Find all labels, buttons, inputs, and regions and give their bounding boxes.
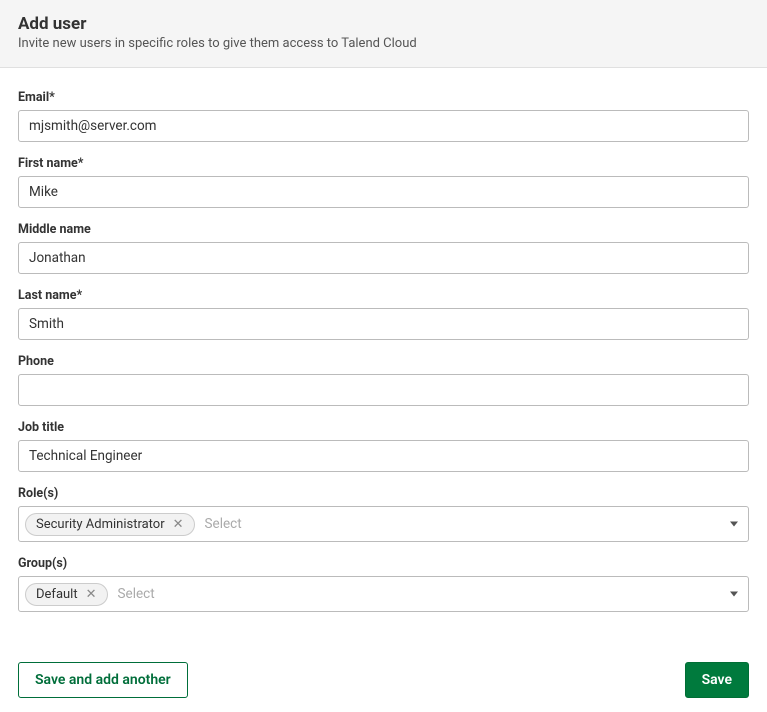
job-title-input[interactable] bbox=[18, 440, 749, 472]
chevron-down-icon bbox=[730, 522, 738, 527]
form-actions: Save and add another Save bbox=[0, 644, 767, 712]
groups-select[interactable]: Default ✕ Select bbox=[18, 576, 749, 612]
middle-name-input[interactable] bbox=[18, 242, 749, 274]
last-name-input[interactable] bbox=[18, 308, 749, 340]
close-icon[interactable]: ✕ bbox=[84, 588, 99, 601]
email-label: Email* bbox=[18, 90, 749, 105]
groups-placeholder: Select bbox=[114, 586, 155, 602]
save-and-add-another-button[interactable]: Save and add another bbox=[18, 662, 188, 698]
page-title: Add user bbox=[18, 14, 749, 34]
chevron-down-icon bbox=[730, 592, 738, 597]
page-subtitle: Invite new users in specific roles to gi… bbox=[18, 36, 749, 51]
page-header: Add user Invite new users in specific ro… bbox=[0, 0, 767, 68]
group-chip[interactable]: Default ✕ bbox=[25, 583, 108, 606]
middle-name-label: Middle name bbox=[18, 222, 749, 237]
field-middle-name: Middle name bbox=[18, 222, 749, 274]
field-last-name: Last name* bbox=[18, 288, 749, 340]
group-chip-label: Default bbox=[36, 587, 78, 602]
email-input[interactable] bbox=[18, 110, 749, 142]
phone-input[interactable] bbox=[18, 374, 749, 406]
field-job-title: Job title bbox=[18, 420, 749, 472]
field-phone: Phone bbox=[18, 354, 749, 406]
save-button[interactable]: Save bbox=[685, 662, 749, 698]
field-email: Email* bbox=[18, 90, 749, 142]
role-chip[interactable]: Security Administrator ✕ bbox=[25, 513, 195, 536]
field-groups: Group(s) Default ✕ Select bbox=[18, 556, 749, 612]
roles-label: Role(s) bbox=[18, 486, 749, 501]
field-first-name: First name* bbox=[18, 156, 749, 208]
first-name-input[interactable] bbox=[18, 176, 749, 208]
add-user-form: Email* First name* Middle name Last name… bbox=[0, 68, 767, 644]
groups-label: Group(s) bbox=[18, 556, 749, 571]
roles-placeholder: Select bbox=[201, 516, 242, 532]
close-icon[interactable]: ✕ bbox=[171, 518, 186, 531]
last-name-label: Last name* bbox=[18, 288, 749, 303]
roles-select[interactable]: Security Administrator ✕ Select bbox=[18, 506, 749, 542]
job-title-label: Job title bbox=[18, 420, 749, 435]
role-chip-label: Security Administrator bbox=[36, 517, 165, 532]
phone-label: Phone bbox=[18, 354, 749, 369]
first-name-label: First name* bbox=[18, 156, 749, 171]
field-roles: Role(s) Security Administrator ✕ Select bbox=[18, 486, 749, 542]
